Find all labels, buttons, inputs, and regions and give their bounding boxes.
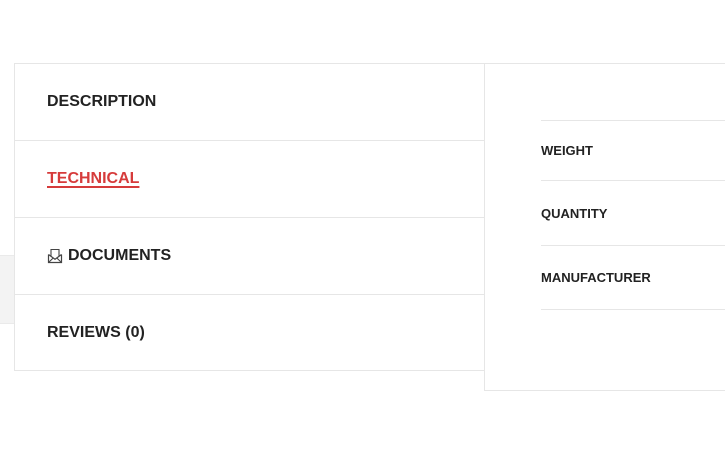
spec-label-quantity: QUANTITY (541, 205, 608, 221)
tab-description-label: DESCRIPTION (47, 93, 157, 110)
spec-row-weight: WEIGHT (541, 120, 725, 180)
spec-row-manufacturer: MANUFACTURER (541, 245, 725, 310)
product-tabs: DESCRIPTION TECHNICAL DOCUMENTS REVIEWS … (14, 63, 485, 371)
spec-row-quantity: QUANTITY (541, 180, 725, 245)
document-icon (47, 248, 63, 264)
technical-panel: WEIGHT QUANTITY MANUFACTURER (484, 63, 725, 391)
product-details-page: DESCRIPTION TECHNICAL DOCUMENTS REVIEWS … (0, 0, 725, 451)
spec-label-manufacturer: MANUFACTURER (541, 270, 651, 285)
spec-label-weight: WEIGHT (541, 143, 593, 158)
tab-documents[interactable]: DOCUMENTS (15, 218, 484, 295)
tab-documents-label: DOCUMENTS (68, 247, 172, 264)
tab-technical[interactable]: TECHNICAL (15, 141, 484, 218)
tab-description[interactable]: DESCRIPTION (15, 64, 484, 141)
tab-technical-label: TECHNICAL (47, 170, 140, 187)
tab-reviews-label: REVIEWS (0) (47, 323, 145, 341)
tab-reviews[interactable]: REVIEWS (0) (15, 295, 484, 370)
spec-table: WEIGHT QUANTITY MANUFACTURER (541, 120, 725, 310)
